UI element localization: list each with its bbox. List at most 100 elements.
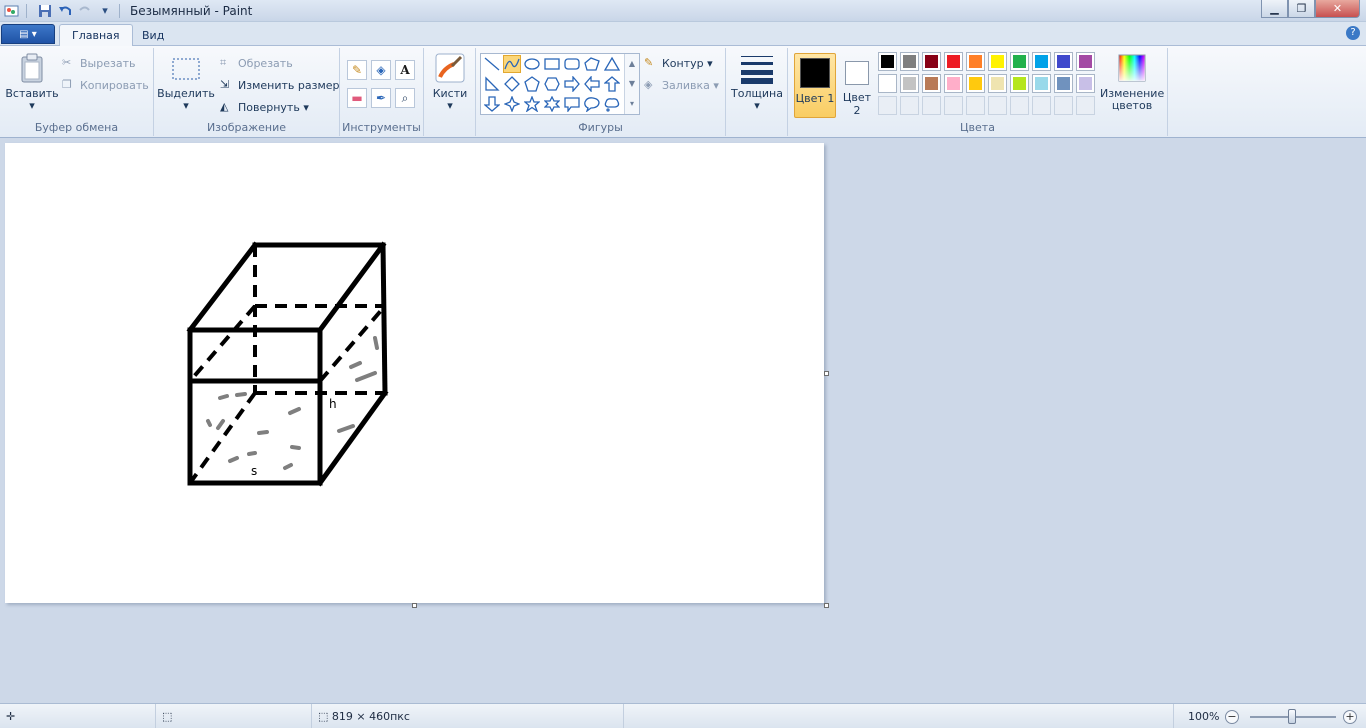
palette-color[interactable] <box>922 52 941 71</box>
fill-tool[interactable]: ◈ <box>371 60 391 80</box>
brushes-button[interactable]: Кисти ▾ <box>430 52 470 112</box>
palette-custom-slot[interactable] <box>900 96 919 115</box>
palette-custom-slot[interactable] <box>966 96 985 115</box>
palette-color[interactable] <box>1032 52 1051 71</box>
text-tool[interactable]: A <box>395 60 415 80</box>
palette-color[interactable] <box>1010 52 1029 71</box>
crop-button[interactable]: ⌗ Обрезать <box>220 56 293 70</box>
palette-color[interactable] <box>944 74 963 93</box>
shape-oval[interactable] <box>523 55 541 73</box>
undo-icon[interactable] <box>57 3 73 19</box>
palette-color[interactable] <box>988 74 1007 93</box>
select-button[interactable]: Выделить ▾ <box>157 52 215 112</box>
copy-button[interactable]: ❐ Копировать <box>62 78 149 92</box>
zoom-slider-thumb[interactable] <box>1288 709 1296 724</box>
water-strokes <box>206 336 379 470</box>
shape-pentagon[interactable] <box>523 75 541 93</box>
save-icon[interactable] <box>37 3 53 19</box>
palette-custom-slot[interactable] <box>1076 96 1095 115</box>
shape-cloud-callout[interactable] <box>603 95 621 113</box>
palette-color-fill <box>991 77 1004 90</box>
palette-color[interactable] <box>900 74 919 93</box>
diamond-icon <box>504 76 520 92</box>
shape-four-point-star[interactable] <box>503 95 521 113</box>
resize-handle-bottom[interactable] <box>412 603 417 608</box>
zoom-in-button[interactable]: + <box>1343 710 1357 724</box>
shape-right-arrow[interactable] <box>563 75 581 93</box>
shape-rect-callout[interactable] <box>563 95 581 113</box>
palette-color[interactable] <box>922 74 941 93</box>
close-button[interactable]: ✕ <box>1315 0 1360 18</box>
copy-label: Копировать <box>80 78 149 92</box>
palette-color[interactable] <box>1054 74 1073 93</box>
palette-custom-slot[interactable] <box>1010 96 1029 115</box>
shape-six-point-star[interactable] <box>543 95 561 113</box>
shape-right-triangle[interactable] <box>483 75 501 93</box>
palette-color[interactable] <box>1054 52 1073 71</box>
palette-color[interactable] <box>878 52 897 71</box>
color1-button[interactable]: Цвет 1 <box>794 53 836 118</box>
size-button[interactable]: Толщина ▾ <box>730 52 784 112</box>
minimize-button[interactable]: ▁ <box>1261 0 1288 18</box>
palette-custom-slot[interactable] <box>988 96 1007 115</box>
shape-rectangle[interactable] <box>543 55 561 73</box>
palette-custom-slot[interactable] <box>878 96 897 115</box>
eraser-tool[interactable]: ▬ <box>347 88 367 108</box>
palette-color[interactable] <box>966 52 985 71</box>
shapes-scroll[interactable]: ▲ ▼ ▾ <box>624 54 639 114</box>
help-icon[interactable]: ? <box>1346 26 1360 40</box>
palette-color[interactable] <box>1010 74 1029 93</box>
palette-color-fill <box>947 77 960 90</box>
app-menu-button[interactable]: ▤ ▾ <box>1 24 55 44</box>
resize-button[interactable]: ⇲ Изменить размер <box>220 78 340 92</box>
palette-color[interactable] <box>988 52 1007 71</box>
color1-swatch <box>800 58 830 88</box>
palette-color[interactable] <box>1076 52 1095 71</box>
shape-left-arrow[interactable] <box>583 75 601 93</box>
maximize-button[interactable]: ❐ <box>1288 0 1315 18</box>
title-bar: ▾ Безымянный - Paint ▁ ❐ ✕ <box>0 0 1366 22</box>
tab-home[interactable]: Главная <box>59 24 133 46</box>
drawing-canvas[interactable]: h s <box>5 143 824 603</box>
palette-color[interactable] <box>900 52 919 71</box>
shape-down-arrow[interactable] <box>483 95 501 113</box>
shape-up-arrow[interactable] <box>603 75 621 93</box>
outline-button[interactable]: ✎ Контур ▾ <box>644 56 713 70</box>
palette-color[interactable] <box>944 52 963 71</box>
palette-custom-slot[interactable] <box>1032 96 1051 115</box>
chevron-down-icon: ▾ <box>299 100 309 114</box>
cut-button[interactable]: ✂ Вырезать <box>62 56 135 70</box>
paint-app-icon[interactable] <box>4 3 20 19</box>
palette-custom-slot[interactable] <box>922 96 941 115</box>
edit-colors-button[interactable]: Изменение цветов <box>1100 52 1164 112</box>
resize-handle-corner[interactable] <box>824 603 829 608</box>
tab-view[interactable]: Вид <box>130 24 176 46</box>
zoom-out-button[interactable]: − <box>1225 710 1239 724</box>
redo-icon[interactable] <box>77 3 93 19</box>
palette-color[interactable] <box>1032 74 1051 93</box>
shape-diamond[interactable] <box>503 75 521 93</box>
shape-triangle[interactable] <box>603 55 621 73</box>
shape-five-point-star[interactable] <box>523 95 541 113</box>
palette-custom-slot[interactable] <box>1054 96 1073 115</box>
shape-hexagon[interactable] <box>543 75 561 93</box>
shape-oval-callout[interactable] <box>583 95 601 113</box>
pencil-tool[interactable]: ✎ <box>347 60 367 80</box>
palette-color-fill <box>903 77 916 90</box>
shape-curve[interactable] <box>503 55 521 73</box>
paste-button[interactable]: Вставить ▾ <box>5 52 59 112</box>
shape-line[interactable] <box>483 55 501 73</box>
shape-rounded-rectangle[interactable] <box>563 55 581 73</box>
color2-button[interactable]: Цвет 2 <box>840 53 874 118</box>
palette-color[interactable] <box>878 74 897 93</box>
palette-color[interactable] <box>1076 74 1095 93</box>
shape-polygon[interactable] <box>583 55 601 73</box>
palette-custom-slot[interactable] <box>944 96 963 115</box>
color-picker-tool[interactable]: ✒ <box>371 88 391 108</box>
rotate-button[interactable]: ◭ Повернуть ▾ <box>220 100 309 114</box>
fill-button[interactable]: ◈ Заливка ▾ <box>644 78 719 92</box>
customize-toolbar-icon[interactable]: ▾ <box>97 3 113 19</box>
palette-color[interactable] <box>966 74 985 93</box>
resize-handle-right[interactable] <box>824 371 829 376</box>
magnifier-tool[interactable]: ⌕ <box>395 88 415 108</box>
